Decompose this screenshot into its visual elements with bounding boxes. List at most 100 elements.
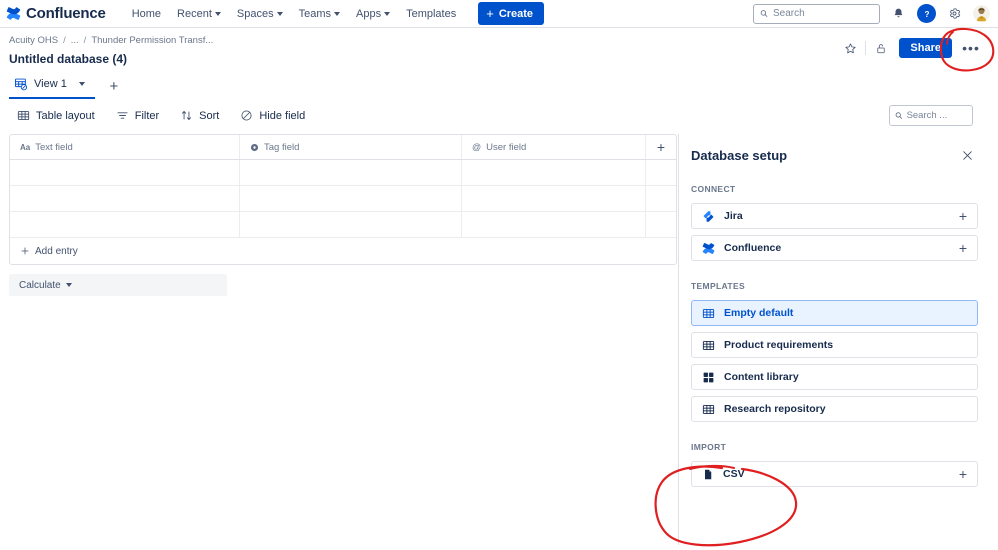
create-button[interactable]: + Create	[478, 2, 545, 25]
sort-button[interactable]: Sort	[172, 105, 227, 126]
view-tab-view-1[interactable]: View 1	[9, 74, 95, 99]
nav-item-templates[interactable]: Templates	[398, 4, 464, 24]
restrictions-button[interactable]	[869, 37, 893, 59]
grid-template-icon	[702, 340, 715, 350]
template-item-content-library[interactable]: Content library	[691, 364, 978, 390]
search-input[interactable]	[772, 8, 873, 19]
section-label-connect: CONNECT	[691, 184, 736, 194]
database-view-icon	[14, 78, 28, 91]
close-panel-button[interactable]	[956, 144, 978, 166]
top-navigation-bar: Confluence Home Recent Spaces Teams Apps…	[0, 0, 998, 28]
table-cell[interactable]	[240, 212, 462, 237]
help-button[interactable]: ?	[917, 4, 936, 23]
search-icon	[895, 112, 902, 119]
table-cell[interactable]	[10, 160, 240, 185]
add-jira-button[interactable]: +	[959, 209, 967, 223]
nav-item-label: Templates	[406, 7, 457, 20]
table-row-end	[646, 212, 676, 237]
top-nav-right-actions: ?	[753, 3, 990, 24]
nav-item-home[interactable]: Home	[124, 4, 169, 24]
star-icon	[845, 42, 856, 53]
column-header-user-field[interactable]: @ User field	[462, 135, 646, 159]
star-page-button[interactable]	[838, 37, 862, 59]
template-item-empty-default[interactable]: Empty default	[691, 300, 978, 326]
breadcrumb-item-ellipsis[interactable]: ...	[71, 35, 79, 46]
body-container: Aa Text field Tag field @ User field + A…	[0, 134, 998, 545]
more-actions-button[interactable]: •••	[958, 37, 984, 59]
add-csv-button[interactable]: +	[959, 467, 967, 481]
hide-field-button[interactable]: Hide field	[232, 105, 313, 126]
database-search-box[interactable]	[889, 105, 973, 126]
table-cell[interactable]	[462, 186, 646, 211]
column-header-label: Tag field	[264, 141, 300, 153]
table-layout-button[interactable]: Table layout	[9, 105, 103, 126]
add-view-button[interactable]: +	[102, 75, 126, 97]
breadcrumb-item-parent-page[interactable]: Thunder Permission Transf...	[91, 35, 213, 46]
table-row[interactable]	[10, 186, 676, 212]
column-header-text-field[interactable]: Aa Text field	[10, 135, 240, 159]
table-row[interactable]	[10, 160, 676, 186]
table-cell[interactable]	[240, 160, 462, 185]
close-icon	[962, 150, 972, 160]
settings-gear-icon	[949, 8, 961, 19]
add-confluence-button[interactable]: +	[959, 241, 967, 255]
svg-text:?: ?	[924, 9, 929, 18]
nav-item-recent[interactable]: Recent	[169, 4, 229, 24]
share-button[interactable]: Share	[899, 38, 952, 58]
grid-template-icon	[702, 404, 715, 414]
table-row-end	[646, 160, 676, 185]
notifications-bell-icon	[894, 8, 903, 18]
nav-item-label: Home	[131, 7, 162, 20]
nav-item-spaces[interactable]: Spaces	[229, 4, 291, 24]
nav-item-label: Spaces	[236, 7, 274, 20]
template-item-label: Content library	[724, 371, 799, 383]
nav-item-apps[interactable]: Apps	[348, 4, 398, 24]
global-search-box[interactable]	[753, 3, 880, 24]
nav-item-label: Teams	[298, 7, 331, 20]
add-entry-button[interactable]: Add entry	[10, 238, 676, 264]
table-cell[interactable]	[10, 212, 240, 237]
database-search-input[interactable]	[906, 110, 967, 121]
column-header-label: Text field	[35, 141, 73, 153]
chevron-down-icon	[276, 11, 283, 16]
connect-item-confluence[interactable]: Confluence +	[691, 235, 978, 261]
confluence-logo[interactable]: Confluence	[6, 5, 106, 22]
table-row[interactable]	[10, 212, 676, 238]
settings-button[interactable]	[945, 4, 964, 23]
table-cell[interactable]	[462, 212, 646, 237]
table-cell[interactable]	[240, 186, 462, 211]
filter-button[interactable]: Filter	[108, 105, 167, 126]
template-item-label: Research repository	[724, 403, 826, 415]
column-header-tag-field[interactable]: Tag field	[240, 135, 462, 159]
search-icon	[760, 10, 768, 17]
breadcrumb-item-space[interactable]: Acuity OHS	[9, 35, 58, 46]
chevron-down-icon	[214, 11, 221, 16]
nav-item-label: Recent	[177, 7, 212, 20]
file-csv-icon	[705, 469, 712, 479]
plus-icon: +	[486, 6, 494, 21]
calculate-button[interactable]: Calculate	[9, 274, 227, 296]
import-item-csv[interactable]: CSV +	[691, 461, 978, 487]
database-toolbar: Table layout Filter Sort Hide field	[0, 99, 998, 126]
lock-icon	[877, 43, 886, 53]
toolbar-item-label: Table layout	[36, 109, 95, 122]
template-item-research-repository[interactable]: Research repository	[691, 396, 978, 422]
blocks-template-icon	[703, 372, 714, 382]
template-item-label: Empty default	[724, 307, 794, 319]
user-avatar[interactable]	[973, 5, 990, 22]
template-item-product-requirements[interactable]: Product requirements	[691, 332, 978, 358]
table-cell[interactable]	[462, 160, 646, 185]
section-label-import: IMPORT	[691, 442, 727, 452]
table-layout-icon	[17, 110, 30, 121]
table-cell[interactable]	[10, 186, 240, 211]
import-item-label: CSV	[723, 468, 745, 480]
template-item-label: Product requirements	[724, 339, 834, 351]
filter-icon	[117, 112, 128, 119]
help-icon: ?	[920, 7, 933, 20]
nav-item-teams[interactable]: Teams	[291, 4, 348, 24]
connect-item-label: Confluence	[724, 242, 782, 254]
add-column-button[interactable]: +	[646, 135, 676, 159]
connect-item-jira[interactable]: Jira +	[691, 203, 978, 229]
notifications-button[interactable]	[889, 4, 908, 23]
column-header-label: User field	[486, 141, 527, 153]
